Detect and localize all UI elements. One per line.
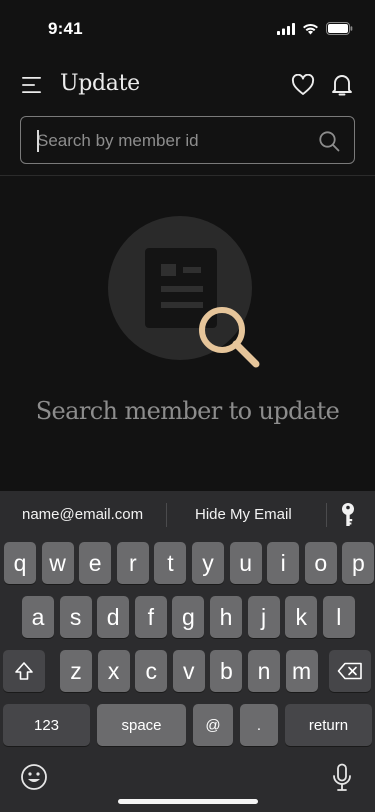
key-u[interactable]: u [229,542,262,584]
autofill-suggestion-bar: name@email.com Hide My Email [0,491,375,537]
key-k[interactable]: k [285,596,318,638]
key-y[interactable]: y [192,542,224,584]
cellular-signal-icon [277,22,295,35]
suggestion-email[interactable]: name@email.com [22,506,143,523]
suggestion-divider [166,503,167,527]
key-w[interactable]: w [41,542,74,584]
at-key[interactable]: @ [193,704,233,746]
home-indicator [118,799,258,804]
heart-icon[interactable] [291,74,315,96]
menu-icon[interactable] [22,76,42,94]
key-c[interactable]: c [135,650,168,692]
wifi-icon [303,23,318,34]
period-key[interactable]: . [240,704,278,746]
search-document-illustration [108,216,260,368]
key-j[interactable]: j [247,596,280,638]
delete-key[interactable] [329,650,371,692]
space-key[interactable]: space [97,704,186,746]
key-m[interactable]: m [285,650,318,692]
key-icon[interactable] [337,502,359,528]
key-e[interactable]: e [79,542,112,584]
microphone-icon[interactable] [331,763,353,793]
system-keyboard: name@email.com Hide My Email 123 space @… [0,491,375,812]
suggestion-hide-my-email[interactable]: Hide My Email [195,506,292,523]
key-l[interactable]: l [322,596,355,638]
key-q[interactable]: q [4,542,36,584]
suggestion-divider [326,503,327,527]
bell-icon[interactable] [331,73,353,97]
empty-state-message: Search member to update [35,397,340,425]
key-g[interactable]: g [172,596,205,638]
numbers-key[interactable]: 123 [3,704,90,746]
page-title: Update [60,71,140,96]
key-n[interactable]: n [248,650,280,692]
app-header: Update [0,64,375,108]
status-icons [277,22,353,35]
status-time: 9:41 [48,19,83,38]
key-i[interactable]: i [267,542,300,584]
key-s[interactable]: s [59,596,92,638]
return-key[interactable]: return [285,704,372,746]
key-o[interactable]: o [304,542,337,584]
key-v[interactable]: v [172,650,205,692]
key-h[interactable]: h [210,596,242,638]
shift-arrow-icon [15,662,33,680]
key-p[interactable]: p [342,542,375,584]
key-f[interactable]: f [134,596,167,638]
search-box[interactable] [20,116,355,164]
key-d[interactable]: d [97,596,130,638]
key-r[interactable]: r [116,542,149,584]
key-a[interactable]: a [22,596,54,638]
key-t[interactable]: t [154,542,187,584]
key-x[interactable]: x [97,650,130,692]
text-caret [37,130,39,152]
search-icon[interactable] [318,130,340,152]
header-divider [0,175,375,176]
delete-backspace-icon [337,662,362,680]
search-input[interactable] [37,129,307,153]
emoji-icon[interactable] [20,763,48,791]
battery-icon [326,22,353,35]
key-z[interactable]: z [60,650,92,692]
status-bar: 9:41 [0,0,375,56]
shift-key[interactable] [3,650,45,692]
key-b[interactable]: b [210,650,243,692]
